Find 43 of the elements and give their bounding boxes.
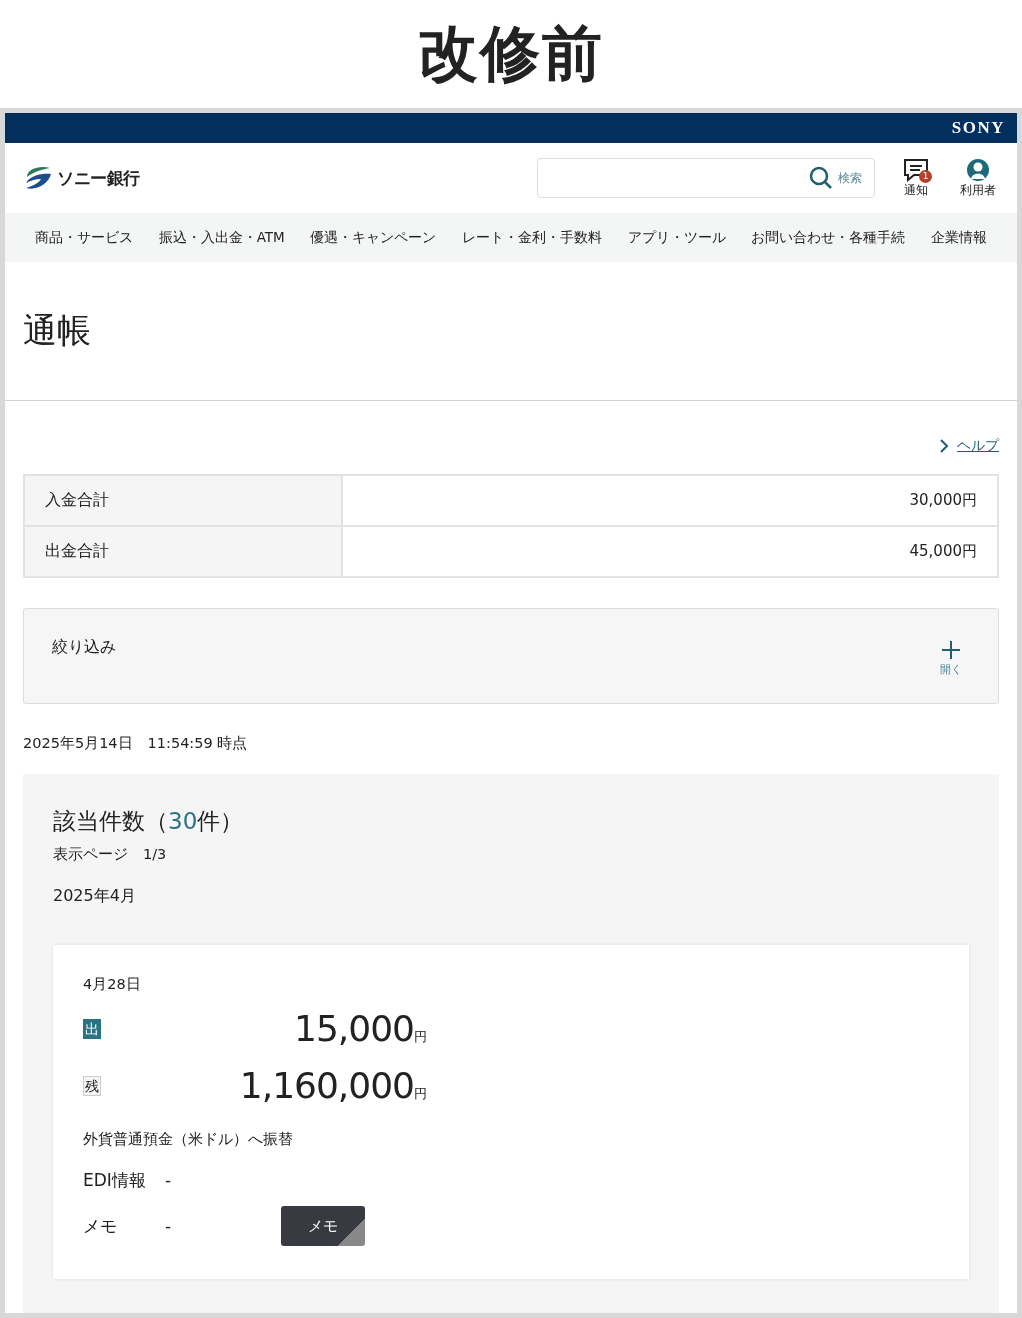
- amount-value: 15,000円: [294, 1008, 426, 1049]
- field-label: EDI情報: [83, 1168, 147, 1192]
- nav-link[interactable]: 商品・サービス: [35, 228, 133, 247]
- nav-link[interactable]: レート・金利・手数料: [462, 228, 602, 247]
- summary-label: 入金合計: [24, 475, 342, 526]
- transaction-description: 外貨普通預金（米ドル）へ振替: [83, 1130, 294, 1149]
- page-indicator: 表示ページ 1/3: [53, 845, 168, 864]
- page-title: 通帳: [23, 309, 91, 352]
- summary-value: 30,000円: [342, 475, 998, 526]
- field-value: -: [165, 1170, 173, 1190]
- search-field[interactable]: 検索: [537, 158, 875, 198]
- month-heading: 2025年4月: [53, 886, 137, 907]
- nav-link[interactable]: 企業情報: [930, 228, 987, 247]
- person-icon: [965, 157, 991, 182]
- amount-type-badge: 残: [83, 1075, 101, 1096]
- amount-type-badge: 出: [83, 1018, 101, 1039]
- nav-link[interactable]: 振込・入出金・ATM: [158, 228, 285, 247]
- user-button[interactable]: 利用者: [957, 157, 999, 199]
- help-link[interactable]: ヘルプ: [939, 437, 999, 455]
- result-count-heading: 該当件数（30件）: [53, 807, 245, 836]
- bank-name[interactable]: ソニー銀行: [57, 166, 140, 190]
- chat-icon: [903, 157, 929, 182]
- chevron-right-icon: [939, 439, 949, 453]
- transaction-date: 4月28日: [83, 975, 142, 994]
- brand-logo[interactable]: SONY: [951, 118, 1005, 138]
- filter-toggle[interactable]: 開く: [940, 640, 962, 678]
- nav-link[interactable]: お問い合わせ・各種手続: [751, 228, 906, 247]
- search-icon: [808, 165, 834, 191]
- field-value: -: [165, 1216, 173, 1236]
- summary-label: 出金合計: [24, 526, 342, 577]
- nav-link[interactable]: 優遇・キャンペーン: [310, 228, 437, 247]
- filter-title: 絞り込み: [52, 637, 116, 658]
- notification-count-badge: 1: [919, 169, 932, 183]
- plus-icon: [941, 640, 961, 660]
- memo-button[interactable]: メモ: [281, 1206, 365, 1246]
- amount-value: 1,160,000円: [239, 1065, 426, 1106]
- field-label: メモ: [83, 1214, 118, 1238]
- notification-button[interactable]: 1 通知: [895, 157, 937, 199]
- timestamp-text: 2025年5月14日 11:54:59 時点: [23, 734, 249, 753]
- page-heading: 改修前: [418, 16, 604, 90]
- summary-value: 45,000円: [342, 526, 998, 577]
- search-label: 検索: [838, 169, 862, 187]
- nav-link[interactable]: アプリ・ツール: [627, 228, 726, 247]
